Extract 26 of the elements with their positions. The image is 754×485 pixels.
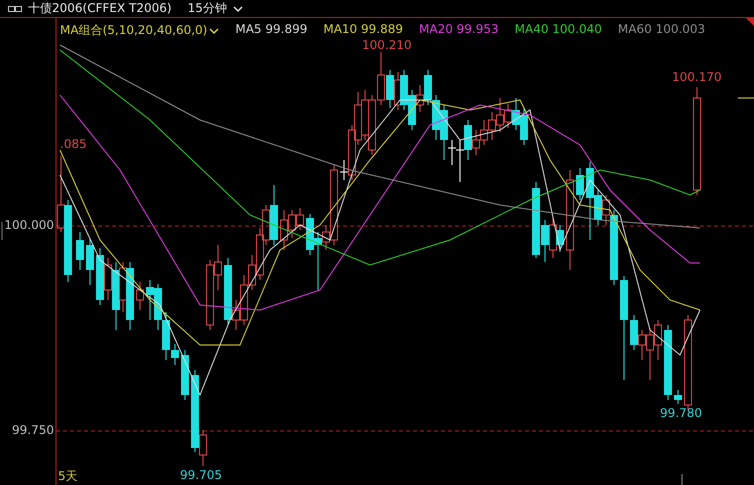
candlestick [576,168,584,200]
legend-value: MA5 99.899 [235,22,308,38]
candlestick [674,390,682,404]
candlestick [86,238,94,286]
price-annotation: 100.210 [362,38,412,52]
instrument-title: 十债2006(CFFEX T2006) [28,0,172,17]
period-selector[interactable]: 15分钟 [188,0,227,17]
price-annotation: .085 [60,137,87,151]
legend-value: MA20 99.953 [419,22,499,38]
legend-value: MA10 99.889 [323,22,403,38]
period-label: 5天 [58,468,78,485]
legend-value: MA60 100.003 [618,22,706,38]
corner-marker [746,18,754,26]
axis-label: 99.750 [12,423,54,437]
chevron-down-icon[interactable] [209,26,220,34]
chevron-down-icon[interactable] [232,4,243,12]
candlestick [136,282,144,310]
legend-value: MA40 100.040 [514,22,602,38]
price-annotation: 100.170 [672,70,722,84]
price-annotation: 99.780 [660,406,702,420]
price-annotation: 99.705 [180,468,222,482]
indicator-selector[interactable]: MA组合(5,10,20,40,60,0) [60,22,208,39]
candlestick [76,232,84,270]
link-icon [8,4,22,12]
axis-label: 100.000 [4,218,54,232]
candlestick [181,350,189,400]
